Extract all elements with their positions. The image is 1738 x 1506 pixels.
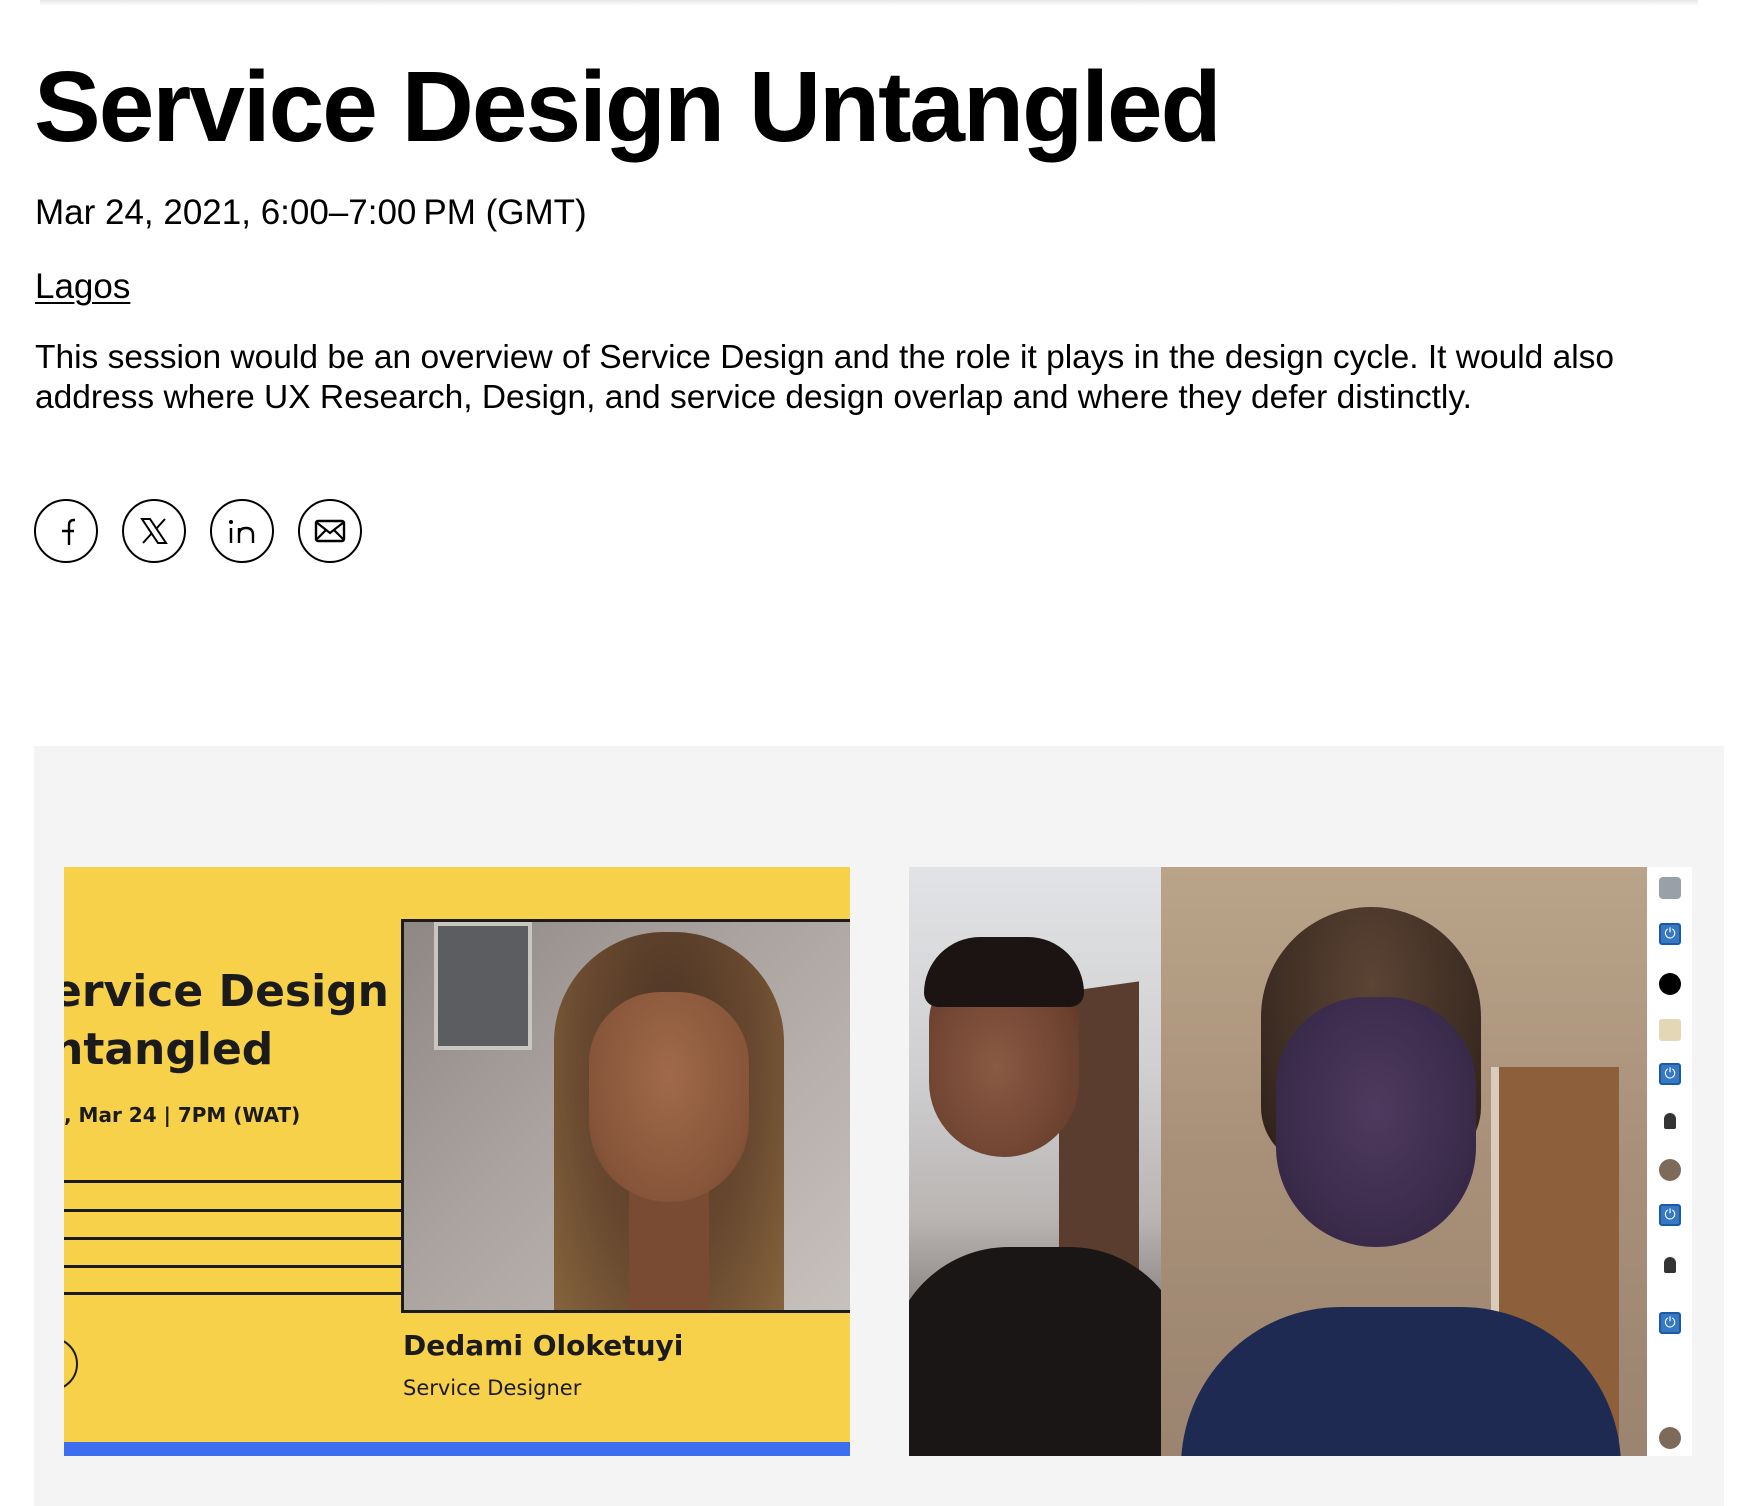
event-title: Service Design Untangled (34, 51, 1222, 163)
power-icon: ⏻ (1659, 1204, 1681, 1226)
speaker-role: Service Designer (403, 1376, 582, 1400)
video-call-screenshot[interactable]: ⏻ ⏻ ⏻ ⏻ (909, 867, 1692, 1456)
flyer-decorative-line (64, 1265, 402, 1268)
power-icon: ⏻ (1659, 1063, 1681, 1085)
participant-avatar (1659, 1159, 1681, 1181)
participant-avatar (1659, 1427, 1681, 1449)
header-shadow (40, 0, 1698, 6)
event-description: This session would be an overview of Ser… (35, 339, 1615, 416)
share-buttons (34, 499, 362, 563)
participant-avatar (1664, 1113, 1676, 1129)
participant-strip: ⏻ ⏻ ⏻ ⏻ (1647, 867, 1692, 1456)
flyer-logo-badge (64, 1337, 78, 1391)
flyer-date: , Mar 24 | 7PM (WAT) (64, 1103, 301, 1127)
mail-icon (314, 519, 346, 543)
participant-avatar (1664, 1257, 1676, 1273)
x-icon (140, 518, 168, 544)
speaker-name: Dedami Oloketuyi (403, 1329, 684, 1362)
event-location-link[interactable]: Lagos (35, 266, 130, 308)
event-flyer-image[interactable]: ervice Design ntangled , Mar 24 | 7PM (W… (64, 867, 850, 1456)
facebook-icon (62, 518, 75, 545)
share-facebook-button[interactable] (34, 499, 98, 563)
speaker-photo (401, 919, 850, 1313)
linkedin-icon (229, 520, 255, 543)
participant-avatar (1659, 877, 1681, 899)
event-datetime: Mar 24, 2021, 6:00–7:00 PM (GMT) (35, 193, 587, 232)
share-linkedin-button[interactable] (210, 499, 274, 563)
call-participant-left (909, 867, 1161, 1456)
participant-dot (1659, 973, 1681, 995)
flyer-decorative-line (64, 1180, 402, 1183)
flyer-decorative-line (64, 1292, 402, 1295)
flyer-title: ervice Design ntangled (64, 966, 390, 1075)
call-participant-right (1161, 867, 1647, 1456)
share-email-button[interactable] (298, 499, 362, 563)
flyer-accent-bar (64, 1442, 850, 1456)
flyer-decorative-line (64, 1209, 402, 1212)
flyer-decorative-line (64, 1237, 402, 1240)
share-x-button[interactable] (122, 499, 186, 563)
power-icon: ⏻ (1659, 1312, 1681, 1334)
power-icon: ⏻ (1659, 923, 1681, 945)
participant-avatar (1659, 1019, 1681, 1041)
